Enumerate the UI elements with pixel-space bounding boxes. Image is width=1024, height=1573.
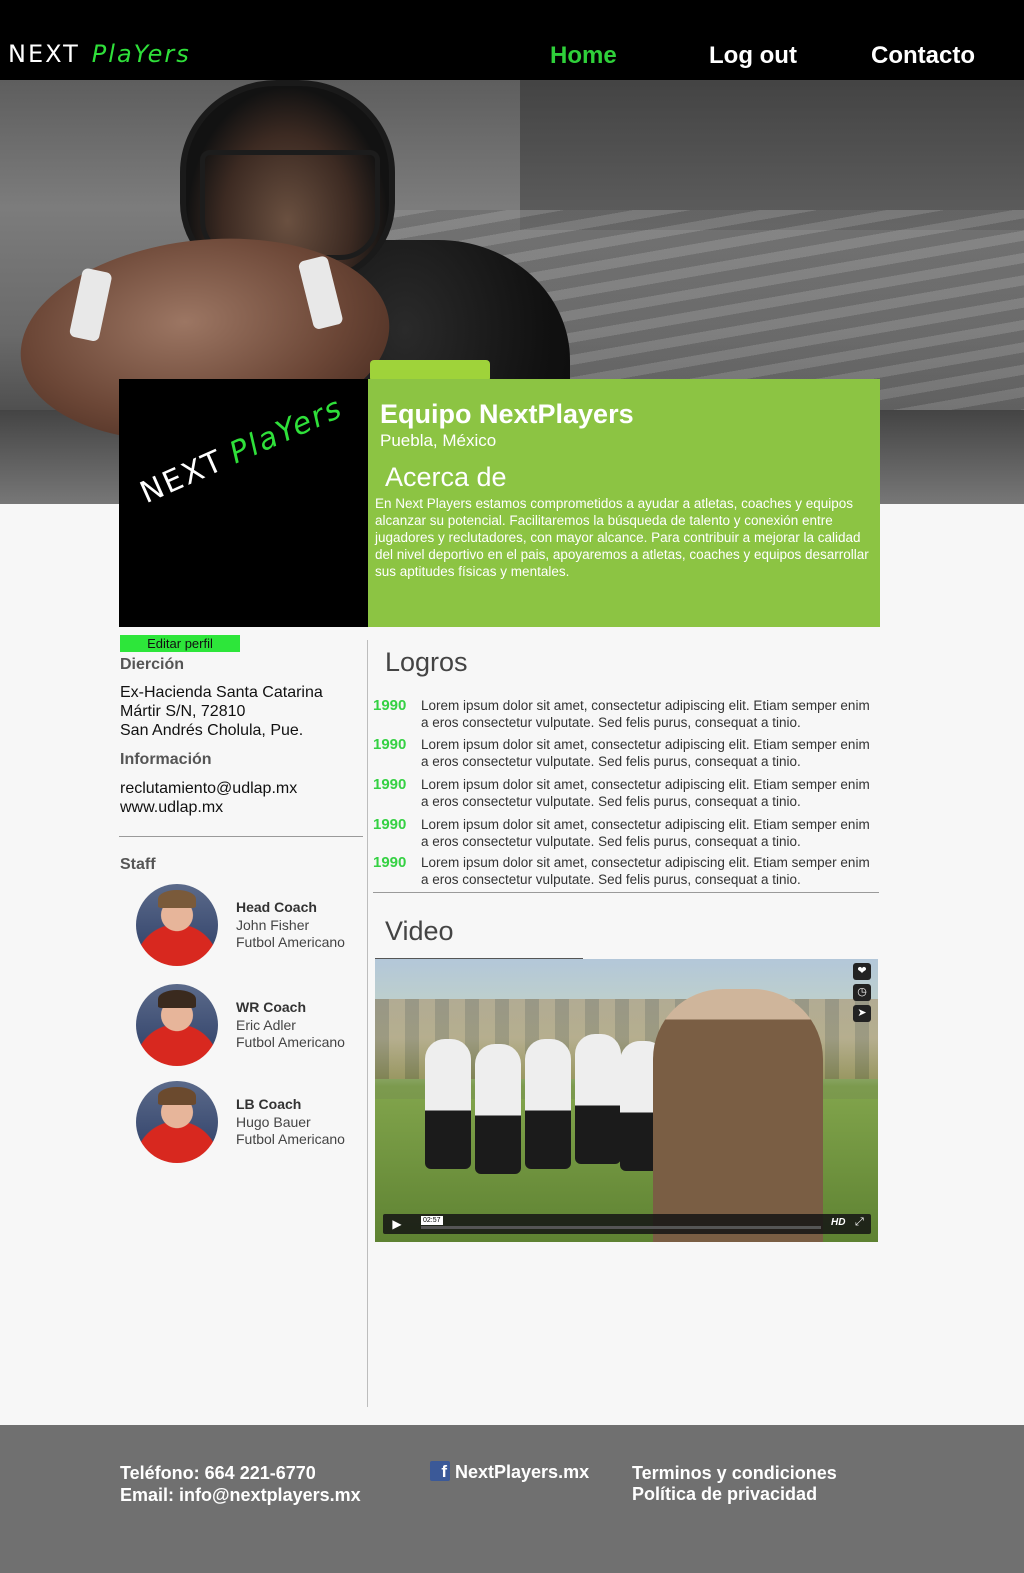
avatar-hair bbox=[158, 890, 196, 908]
achievements-title: Logros bbox=[385, 647, 468, 677]
logo-text-players: PlaYers bbox=[91, 40, 191, 68]
footer-email[interactable]: Email: info@nextplayers.mx bbox=[120, 1484, 361, 1506]
send-icon[interactable]: ➤ bbox=[853, 1005, 871, 1022]
achievement-year: 1990 bbox=[373, 776, 407, 793]
achievement-year: 1990 bbox=[373, 697, 407, 714]
video-coach-figure bbox=[653, 989, 823, 1242]
achievement-item: 1990 Lorem ipsum dolor sit amet, consect… bbox=[373, 854, 873, 888]
facebook-icon[interactable]: f bbox=[430, 1461, 450, 1481]
video-player-figure bbox=[525, 1039, 571, 1169]
info-website-link[interactable]: www.udlap.mx bbox=[120, 798, 223, 817]
avatar bbox=[136, 884, 218, 966]
hd-toggle[interactable]: HD bbox=[831, 1217, 845, 1228]
address-label: Dierción bbox=[120, 656, 185, 673]
staff-card[interactable]: WR Coach Eric Adler Futbol Americano bbox=[136, 984, 366, 1068]
avatar-hair bbox=[158, 990, 196, 1008]
staff-name: Hugo Bauer bbox=[236, 1114, 311, 1130]
video-title: Video bbox=[385, 916, 454, 946]
football-stripe bbox=[297, 255, 344, 331]
achievement-text: Lorem ipsum dolor sit amet, consectetur … bbox=[421, 777, 870, 809]
footer-phone: Teléfono: 664 221-6770 bbox=[120, 1463, 316, 1483]
staff-role: WR Coach bbox=[236, 999, 306, 1015]
staff-label: Staff bbox=[120, 856, 156, 873]
fullscreen-icon[interactable]: ⤢ bbox=[855, 1216, 864, 1229]
edit-profile-button[interactable]: Editar perfil bbox=[120, 635, 240, 652]
nav-logout-link[interactable]: Log out bbox=[709, 42, 797, 70]
staff-sport: Futbol Americano bbox=[236, 934, 345, 950]
footer-privacy-link[interactable]: Política de privacidad bbox=[632, 1483, 817, 1505]
achievement-item: 1990 Lorem ipsum dolor sit amet, consect… bbox=[373, 776, 873, 810]
staff-sport: Futbol Americano bbox=[236, 1034, 345, 1050]
football-stripe bbox=[68, 267, 113, 343]
hero-stadium bbox=[520, 80, 1024, 230]
avatar bbox=[136, 984, 218, 1066]
staff-card[interactable]: Head Coach John Fisher Futbol Americano bbox=[136, 884, 366, 968]
left-divider bbox=[119, 836, 363, 837]
address-line-2: Mártir S/N, 72810 bbox=[120, 703, 246, 720]
video-player-figure bbox=[575, 1034, 621, 1164]
address-line-1: Ex-Hacienda Santa Catarina bbox=[120, 684, 323, 701]
achievement-item: 1990 Lorem ipsum dolor sit amet, consect… bbox=[373, 697, 873, 731]
staff-card[interactable]: LB Coach Hugo Bauer Futbol Americano bbox=[136, 1081, 366, 1165]
logo-text-next: NEXT bbox=[8, 40, 80, 68]
team-logo-text: NEXTPlaYers bbox=[135, 390, 348, 511]
about-title: Acerca de bbox=[385, 462, 507, 492]
right-divider bbox=[373, 892, 879, 893]
staff-role: LB Coach bbox=[236, 1096, 302, 1112]
site-logo[interactable]: NEXT PlaYers bbox=[8, 40, 191, 68]
team-logo: NEXTPlaYers bbox=[119, 379, 368, 627]
achievement-text: Lorem ipsum dolor sit amet, consectetur … bbox=[421, 698, 870, 730]
achievement-year: 1990 bbox=[373, 854, 407, 871]
achievement-year: 1990 bbox=[373, 816, 407, 833]
column-divider bbox=[367, 640, 368, 1407]
heart-icon[interactable]: ❤ bbox=[853, 963, 871, 980]
about-text: En Next Players estamos comprometidos a … bbox=[375, 496, 869, 579]
video-player-figure bbox=[425, 1039, 471, 1169]
video-controls: ▶ 02:57 HD ⤢ bbox=[383, 1214, 871, 1234]
team-location: Puebla, México bbox=[380, 431, 497, 450]
achievement-item: 1990 Lorem ipsum dolor sit amet, consect… bbox=[373, 736, 873, 770]
footer-facebook-link[interactable]: NextPlayers.mx bbox=[455, 1461, 589, 1483]
clock-icon[interactable]: ◷ bbox=[853, 984, 871, 1001]
avatar-hair bbox=[158, 1087, 196, 1105]
team-info-panel: Equipo NextPlayers Puebla, México Acerca… bbox=[368, 379, 880, 627]
footer-terms-link[interactable]: Terminos y condiciones bbox=[632, 1462, 837, 1484]
footer: Teléfono: 664 221-6770 Email: info@nextp… bbox=[0, 1425, 1024, 1573]
avatar bbox=[136, 1081, 218, 1163]
achievement-item: 1990 Lorem ipsum dolor sit amet, consect… bbox=[373, 816, 873, 850]
staff-name: John Fisher bbox=[236, 917, 310, 933]
video-player-figure bbox=[475, 1044, 521, 1174]
video-time: 02:57 bbox=[421, 1216, 443, 1225]
achievement-text: Lorem ipsum dolor sit amet, consectetur … bbox=[421, 737, 870, 769]
team-name: Equipo NextPlayers bbox=[380, 399, 634, 429]
info-email-link[interactable]: reclutamiento@udlap.mx bbox=[120, 779, 297, 798]
nav-home-link[interactable]: Home bbox=[550, 42, 617, 70]
info-label: Información bbox=[120, 751, 212, 768]
staff-role: Head Coach bbox=[236, 899, 317, 915]
achievement-year: 1990 bbox=[373, 736, 407, 753]
top-navbar: NEXT PlaYers Home Log out Contacto bbox=[0, 0, 1024, 80]
team-logo-next: NEXT bbox=[135, 443, 230, 511]
achievement-text: Lorem ipsum dolor sit amet, consectetur … bbox=[421, 817, 870, 849]
nav-contact-link[interactable]: Contacto bbox=[871, 42, 975, 70]
achievement-text: Lorem ipsum dolor sit amet, consectetur … bbox=[421, 855, 870, 887]
video-player[interactable]: ❤ ◷ ➤ ▶ 02:57 HD ⤢ bbox=[375, 959, 878, 1242]
play-icon[interactable]: ▶ bbox=[389, 1216, 405, 1232]
team-logo-players: PlaYers bbox=[224, 390, 349, 472]
address-line-3: San Andrés Cholula, Pue. bbox=[120, 722, 304, 739]
staff-sport: Futbol Americano bbox=[236, 1131, 345, 1147]
staff-name: Eric Adler bbox=[236, 1017, 296, 1033]
video-progress-bar[interactable] bbox=[421, 1226, 821, 1229]
